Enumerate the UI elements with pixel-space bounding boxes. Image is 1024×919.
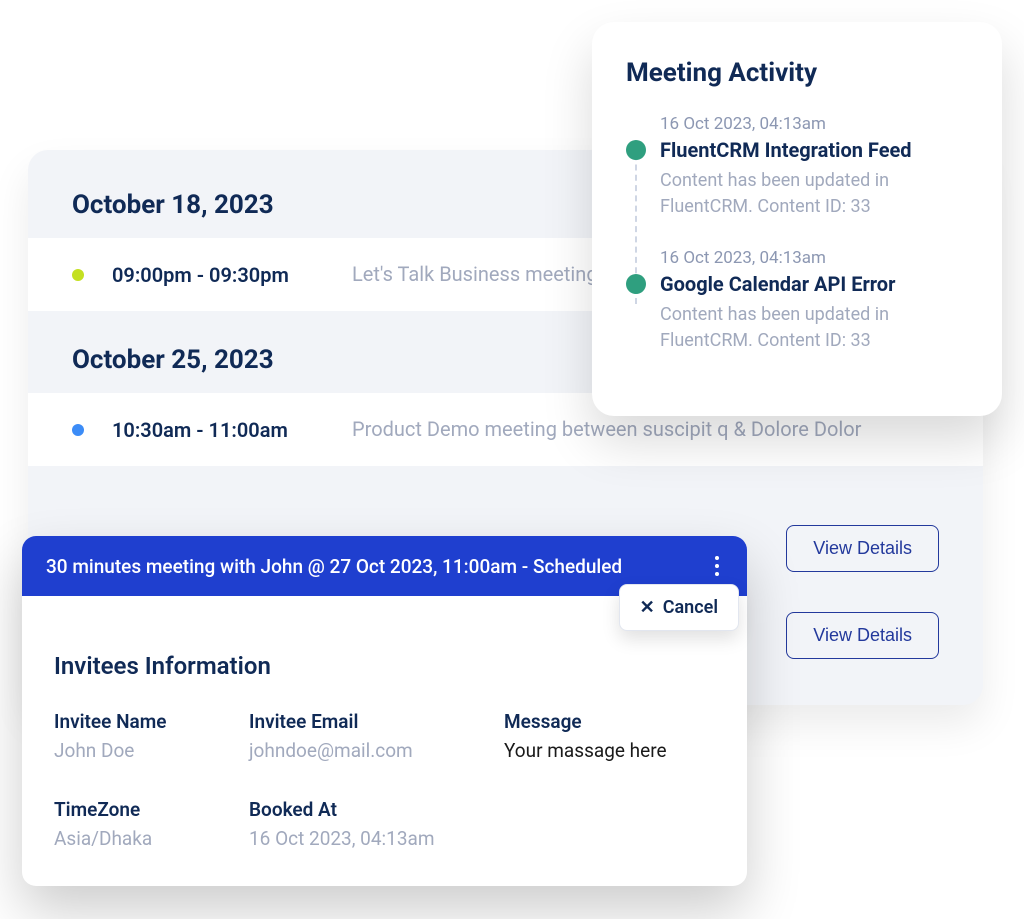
modal-title: 30 minutes meeting with John @ 27 Oct 20…	[46, 555, 622, 578]
field-value: Asia/Dhaka	[54, 827, 249, 850]
modal-header: 30 minutes meeting with John @ 27 Oct 20…	[22, 536, 747, 596]
timeline-dot-icon	[626, 140, 646, 160]
cancel-label: Cancel	[663, 597, 718, 618]
view-details-button[interactable]: View Details	[786, 612, 939, 659]
panel-title: Meeting Activity	[626, 58, 968, 88]
meeting-detail-modal: 30 minutes meeting with John @ 27 Oct 20…	[22, 536, 747, 886]
field-label: Invitee Email	[249, 710, 504, 733]
close-icon: ✕	[640, 597, 655, 618]
activity-date: 16 Oct 2023, 04:13am	[660, 248, 968, 268]
field-value: johndoe@mail.com	[249, 739, 504, 762]
status-dot-icon	[72, 424, 84, 436]
status-dot-icon	[72, 269, 84, 281]
field-value: 16 Oct 2023, 04:13am	[249, 827, 504, 850]
field-label: TimeZone	[54, 798, 249, 821]
meeting-activity-panel: Meeting Activity 16 Oct 2023, 04:13am Fl…	[592, 22, 1002, 416]
field-booked-at: Booked At 16 Oct 2023, 04:13am	[249, 798, 504, 850]
invitee-info-grid: Invitee Name John Doe Invitee Email john…	[54, 710, 715, 850]
field-timezone: TimeZone Asia/Dhaka	[54, 798, 249, 850]
activity-timeline: 16 Oct 2023, 04:13am FluentCRM Integrati…	[626, 114, 968, 354]
activity-date: 16 Oct 2023, 04:13am	[660, 114, 968, 134]
modal-body: Invitees Information Invitee Name John D…	[22, 596, 747, 886]
timeline-dot-icon	[626, 274, 646, 294]
activity-item[interactable]: 16 Oct 2023, 04:13am Google Calendar API…	[660, 248, 968, 354]
activity-body: Content has been updated in FluentCRM. C…	[660, 302, 968, 354]
event-description: Product Demo meeting between suscipit q …	[352, 415, 939, 444]
event-time: 09:00pm - 09:30pm	[112, 263, 352, 287]
field-label: Invitee Name	[54, 710, 249, 733]
field-message: Message Your massage here	[504, 710, 715, 762]
field-value: John Doe	[54, 739, 249, 762]
field-label: Booked At	[249, 798, 504, 821]
activity-heading: Google Calendar API Error	[660, 272, 968, 296]
cancel-menu-item[interactable]: ✕ Cancel	[619, 584, 739, 631]
field-label: Message	[504, 710, 715, 733]
activity-body: Content has been updated in FluentCRM. C…	[660, 168, 968, 220]
view-details-button[interactable]: View Details	[786, 525, 939, 572]
field-invitee-email: Invitee Email johndoe@mail.com	[249, 710, 504, 762]
section-title: Invitees Information	[54, 652, 715, 680]
activity-heading: FluentCRM Integration Feed	[660, 138, 968, 162]
field-invitee-name: Invitee Name John Doe	[54, 710, 249, 762]
activity-item[interactable]: 16 Oct 2023, 04:13am FluentCRM Integrati…	[660, 114, 968, 220]
event-time: 10:30am - 11:00am	[112, 418, 352, 442]
kebab-menu-icon[interactable]	[711, 552, 723, 580]
field-value: Your massage here	[504, 739, 715, 762]
